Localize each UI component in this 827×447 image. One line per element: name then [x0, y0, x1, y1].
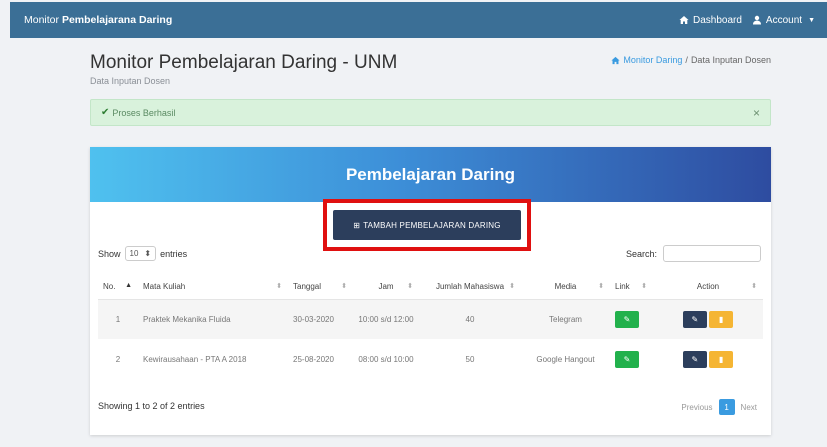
breadcrumb-separator: / — [685, 55, 688, 65]
card-title: Pembelajaran Daring — [345, 164, 516, 184]
cell-date: 30-03-2020 — [293, 314, 334, 324]
page-title: Monitor Pembelajaran Daring - UNM — [90, 52, 398, 73]
cell-no: 2 — [115, 354, 121, 364]
cell-course: Kewirausahaan - PTA A 2018 — [143, 354, 247, 364]
link-button[interactable]: ✎ — [615, 310, 639, 328]
brand-bold: Pembelajarana Daring — [61, 14, 173, 26]
cell-time: 10:00 s/d 12:00 — [358, 314, 414, 324]
show-label: Show — [98, 248, 121, 259]
col-header-media[interactable]: Media ⬍ — [521, 275, 610, 300]
brand[interactable]: Monitor Pembelajarana Daring — [24, 14, 172, 26]
edit-button[interactable]: ✎ — [682, 350, 707, 368]
link-icon: ✎ — [623, 314, 631, 324]
col-header-jam[interactable]: Jam ⬍ — [353, 275, 419, 300]
search-input[interactable] — [663, 245, 761, 262]
entries-select[interactable]: 10 ⬍ — [124, 246, 157, 261]
sort-asc-icon: ▲ — [125, 282, 132, 290]
table-row: 2 Kewirausahaan - PTA A 2018 25-08-2020 … — [98, 339, 763, 379]
table-info: Showing 1 to 2 of 2 entries — [98, 401, 205, 411]
cell-link: ✎ — [610, 339, 653, 379]
cell-action: ✎ ▮ — [653, 339, 763, 379]
entries-value: 10 — [129, 249, 139, 258]
cell-action: ✎ ▮ — [653, 299, 763, 339]
home-icon — [611, 56, 620, 64]
data-table: No. ▲ Mata Kuliah ⬍ Tanggal ⬍ Jam ⬍ Jumlah M… — [98, 275, 763, 379]
caret-down-icon: ▼ — [808, 16, 815, 24]
cell-media: Telegram — [549, 314, 582, 324]
check-icon: ✔ — [101, 107, 110, 118]
cell-students: 40 — [465, 314, 475, 324]
link-button[interactable]: ✎ — [615, 350, 639, 368]
search-control: Search: — [626, 245, 761, 262]
alert-message: Proses Berhasil — [112, 107, 176, 118]
cell-media: Google Hangout — [536, 354, 595, 364]
sort-icon: ⬍ — [407, 283, 413, 291]
cell-link: ✎ — [610, 299, 653, 339]
col-header-jumlah[interactable]: Jumlah Mahasiswa ⬍ — [419, 275, 521, 300]
col-header-no[interactable]: No. ▲ — [98, 275, 138, 300]
brand-prefix: Monitor — [24, 14, 60, 26]
edit-icon: ✎ — [691, 354, 699, 364]
page-subtitle: Data Inputan Dosen — [90, 76, 171, 86]
breadcrumb-link[interactable]: Monitor Daring — [611, 55, 682, 65]
edit-button[interactable]: ✎ — [682, 310, 707, 328]
pagination: Previous 1 Next — [681, 399, 757, 415]
sort-icon: ⬍ — [509, 283, 515, 291]
col-header-link[interactable]: Link ⬍ — [610, 275, 653, 300]
table-header-row: No. ▲ Mata Kuliah ⬍ Tanggal ⬍ Jam ⬍ Jumlah M… — [98, 275, 763, 300]
close-icon[interactable]: × — [753, 106, 760, 120]
nav-dashboard-label: Dashboard — [693, 14, 742, 26]
sort-icon: ⬍ — [598, 283, 604, 291]
home-icon — [679, 16, 689, 24]
highlight-box: ⊞ TAMBAH PEMBELAJARAN DARING — [323, 199, 531, 251]
cell-students: 50 — [465, 354, 475, 364]
sort-icon: ⬍ — [751, 283, 757, 291]
sort-icon: ⬍ — [341, 283, 347, 291]
select-arrows-icon: ⬍ — [144, 249, 152, 258]
breadcrumb-link-label: Monitor Daring — [623, 55, 683, 65]
success-alert: ✔ Proses Berhasil × — [90, 99, 771, 126]
sort-icon: ⬍ — [276, 283, 282, 291]
breadcrumb: Monitor Daring / Data Inputan Dosen — [611, 55, 771, 65]
user-icon — [752, 15, 761, 25]
breadcrumb-current: Data Inputan Dosen — [690, 55, 771, 65]
entries-label: entries — [160, 248, 188, 259]
cell-course: Praktek Mekanika Fluida — [143, 314, 231, 324]
trash-icon: ▮ — [718, 354, 724, 364]
table-row: 1 Praktek Mekanika Fluida 30-03-2020 10:… — [98, 299, 763, 339]
entries-control: Show 10 ⬍ entries — [98, 246, 187, 261]
pager-previous[interactable]: Previous — [681, 403, 712, 412]
cell-no: 1 — [115, 314, 121, 324]
nav-account[interactable]: Account ▼ — [752, 15, 815, 26]
edit-icon: ✎ — [691, 314, 699, 324]
add-button-label: TAMBAH PEMBELAJARAN DARING — [363, 220, 501, 230]
col-header-action[interactable]: Action ⬍ — [653, 275, 763, 300]
top-navbar: Monitor Pembelajarana Daring Dashboard A… — [10, 2, 827, 38]
delete-button[interactable]: ▮ — [709, 310, 734, 328]
nav-dashboard[interactable]: Dashboard — [679, 15, 742, 26]
card-header: Pembelajaran Daring — [90, 147, 771, 202]
delete-button[interactable]: ▮ — [709, 350, 734, 368]
cell-time: 08:00 s/d 10:00 — [358, 354, 414, 364]
plus-square-icon: ⊞ — [353, 220, 361, 230]
col-header-tanggal[interactable]: Tanggal ⬍ — [288, 275, 353, 300]
pager-next[interactable]: Next — [741, 403, 757, 412]
trash-icon: ▮ — [718, 314, 724, 324]
nav-account-label: Account — [765, 14, 803, 26]
cell-date: 25-08-2020 — [293, 354, 334, 364]
data-card: Pembelajaran Daring ⊞ TAMBAH PEMBELAJARA… — [90, 147, 771, 435]
add-pembelajaran-button[interactable]: ⊞ TAMBAH PEMBELAJARAN DARING — [333, 210, 521, 240]
link-icon: ✎ — [623, 354, 631, 364]
pager-page-1[interactable]: 1 — [718, 399, 735, 415]
search-label: Search: — [625, 248, 657, 259]
sort-icon: ⬍ — [641, 283, 647, 291]
col-header-mata-kuliah[interactable]: Mata Kuliah ⬍ — [138, 275, 288, 300]
